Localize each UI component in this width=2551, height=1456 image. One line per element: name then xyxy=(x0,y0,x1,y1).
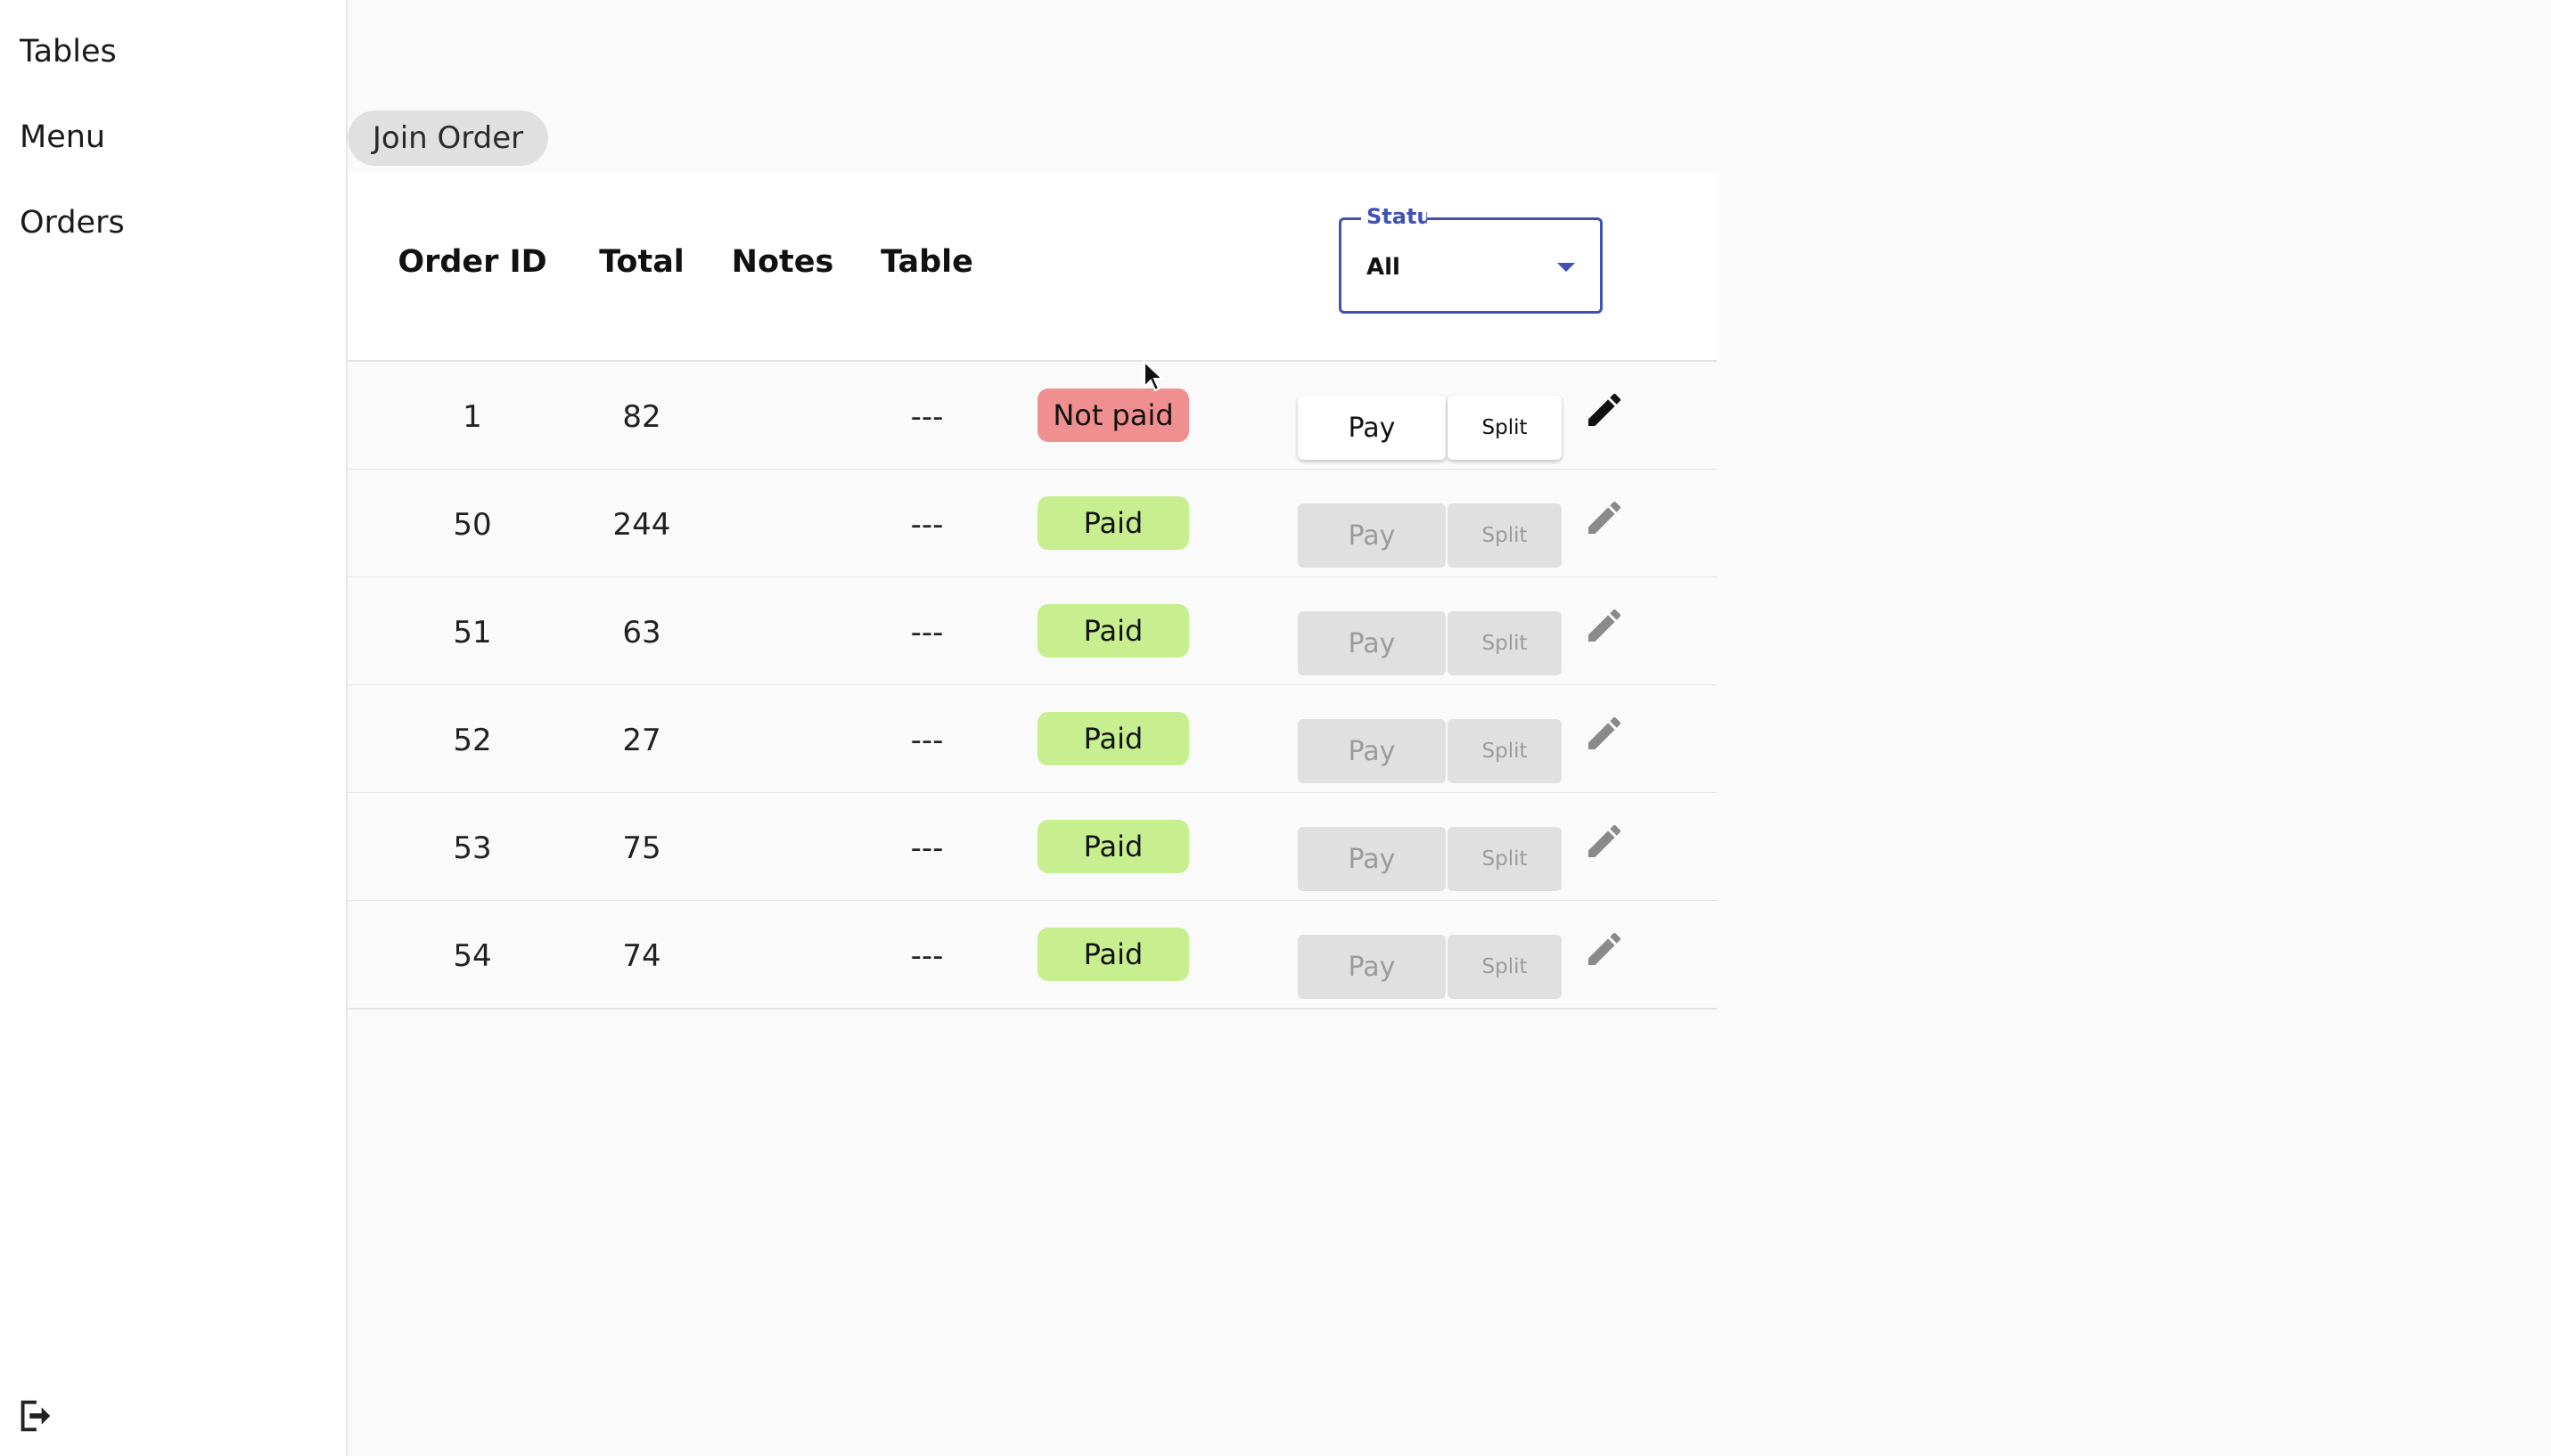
order-total-cell: 74 xyxy=(622,938,661,974)
order-id-cell: 51 xyxy=(453,615,492,650)
pay-button: Pay xyxy=(1298,503,1446,568)
status-badge: Paid xyxy=(1038,496,1189,550)
column-header-total: Total xyxy=(599,244,685,280)
column-header-order-id: Order ID xyxy=(398,244,547,280)
split-button[interactable]: Split xyxy=(1448,396,1562,460)
order-total-cell: 82 xyxy=(622,399,661,435)
sidebar-item-tables[interactable]: Tables xyxy=(20,34,117,70)
split-button: Split xyxy=(1448,935,1562,999)
sidebar-item-orders[interactable]: Orders xyxy=(20,205,125,241)
pay-button: Pay xyxy=(1298,719,1446,783)
split-button: Split xyxy=(1448,719,1562,783)
table-row: 1 82 --- Not paid Pay Split xyxy=(348,362,1717,470)
status-filter-label: Status xyxy=(1361,204,1427,229)
status-badge: Paid xyxy=(1038,928,1189,981)
edit-icon[interactable] xyxy=(1583,712,1626,755)
pay-button: Pay xyxy=(1298,611,1446,675)
table-row: 51 63 --- Paid Pay Split xyxy=(348,577,1717,686)
split-button: Split xyxy=(1448,503,1562,568)
order-table-cell: --- xyxy=(910,723,944,758)
order-id-cell: 54 xyxy=(453,938,492,974)
split-button: Split xyxy=(1448,611,1562,675)
status-filter-select[interactable]: Status All xyxy=(1339,204,1603,314)
mouse-cursor-icon xyxy=(1144,360,1165,392)
order-id-cell: 50 xyxy=(453,507,492,543)
order-total-cell: 27 xyxy=(622,723,661,758)
order-table-cell: --- xyxy=(910,399,944,435)
order-total-cell: 244 xyxy=(612,507,671,543)
pay-button[interactable]: Pay xyxy=(1298,396,1446,460)
table-header: Order ID Total Notes Table Status All xyxy=(348,173,1717,362)
status-badge: Paid xyxy=(1038,820,1189,873)
pay-button: Pay xyxy=(1298,827,1446,891)
edit-icon[interactable] xyxy=(1583,928,1626,970)
order-table-cell: --- xyxy=(910,615,944,650)
edit-icon[interactable] xyxy=(1583,496,1626,539)
split-button: Split xyxy=(1448,827,1562,891)
order-total-cell: 63 xyxy=(622,615,661,650)
order-table-cell: --- xyxy=(910,507,944,543)
order-table-cell: --- xyxy=(910,938,944,974)
order-id-cell: 1 xyxy=(463,399,482,435)
status-badge: Paid xyxy=(1038,604,1189,658)
status-filter-value: All xyxy=(1366,254,1400,281)
logout-icon[interactable] xyxy=(14,1395,55,1436)
table-row: 50 244 --- Paid Pay Split xyxy=(348,470,1717,578)
chevron-down-icon xyxy=(1557,263,1575,272)
table-row: 54 74 --- Paid Pay Split xyxy=(348,901,1717,1010)
status-badge: Paid xyxy=(1038,712,1189,765)
join-order-button[interactable]: Join Order xyxy=(348,110,548,166)
edit-icon[interactable] xyxy=(1583,389,1626,431)
table-row: 53 75 --- Paid Pay Split xyxy=(348,793,1717,902)
column-header-table: Table xyxy=(881,244,973,280)
orders-table: Order ID Total Notes Table Status All 1 8… xyxy=(348,173,1717,1010)
order-id-cell: 52 xyxy=(453,723,492,758)
pay-button: Pay xyxy=(1298,935,1446,999)
column-header-notes: Notes xyxy=(731,244,834,280)
sidebar-item-menu[interactable]: Menu xyxy=(20,119,105,155)
edit-icon[interactable] xyxy=(1583,820,1626,863)
order-id-cell: 53 xyxy=(453,830,492,866)
sidebar: Tables Menu Orders xyxy=(0,0,348,1456)
edit-icon[interactable] xyxy=(1583,604,1626,647)
order-total-cell: 75 xyxy=(622,830,661,866)
order-table-cell: --- xyxy=(910,830,944,866)
table-row: 52 27 --- Paid Pay Split xyxy=(348,685,1717,794)
status-badge: Not paid xyxy=(1038,389,1189,442)
